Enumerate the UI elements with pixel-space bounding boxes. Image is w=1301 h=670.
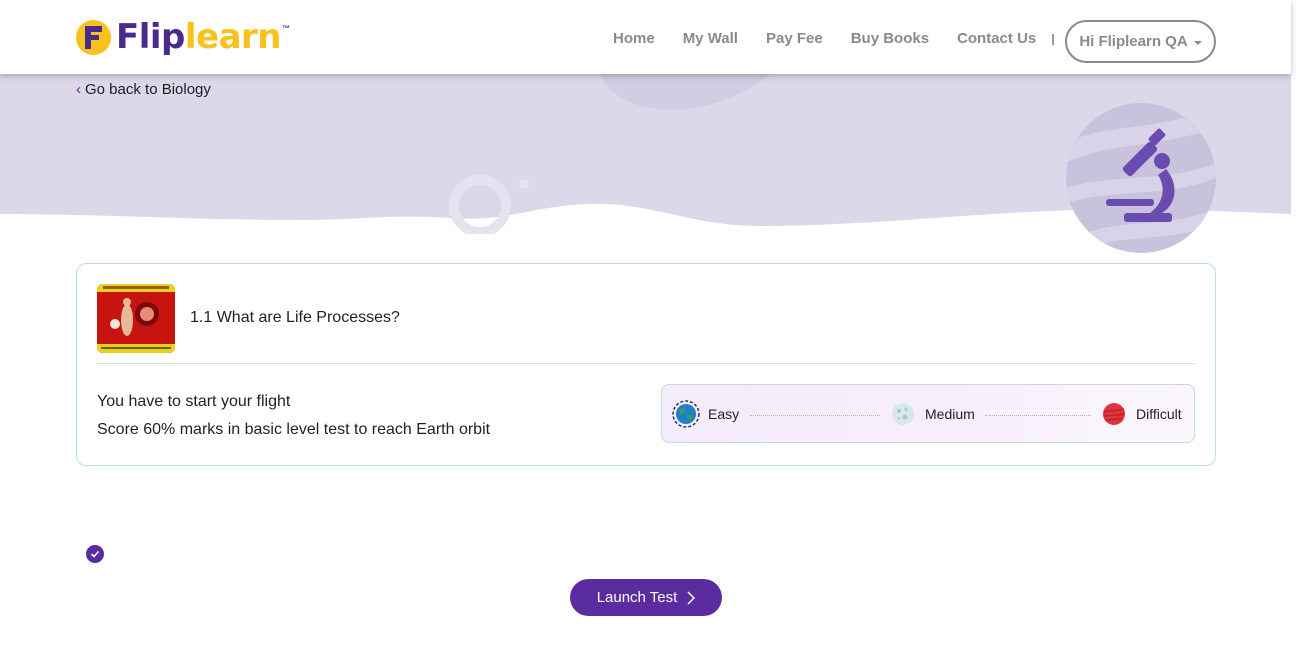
level-easy[interactable]: Easy: [672, 385, 739, 442]
microscope-icon: [1066, 103, 1216, 253]
nav-pay-fee[interactable]: Pay Fee: [766, 30, 823, 47]
flight-requirement-text: Score 60% marks in basic level test to r…: [97, 421, 491, 438]
lesson-thumbnail[interactable]: [97, 284, 175, 353]
level-path-2: [985, 415, 1091, 416]
user-menu-label: Hi Fliplearn QA: [1079, 33, 1188, 50]
mars-planet-icon: [1103, 402, 1125, 425]
level-difficult[interactable]: Difficult: [1100, 385, 1182, 442]
flight-status-text: You have to start your flight: [97, 393, 291, 410]
level-path-1: [750, 415, 880, 416]
level-medium[interactable]: Medium: [889, 385, 975, 442]
check-icon[interactable]: [86, 545, 104, 563]
caret-down-icon: [1193, 40, 1202, 45]
level-easy-label: Easy: [708, 405, 740, 422]
logo-wordmark: Fliplearn: [116, 17, 282, 57]
chevron-left-icon: ‹: [76, 81, 81, 98]
top-header: Fliplearn ™ Home My Wall Pay Fee Buy Boo…: [0, 0, 1291, 74]
user-menu-button[interactable]: Hi Fliplearn QA: [1065, 20, 1216, 63]
chevron-right-icon: [687, 590, 696, 605]
launch-test-label: Launch Test: [596, 589, 678, 606]
nav-contact-us[interactable]: Contact Us: [957, 30, 1036, 47]
moon-planet-icon: [892, 402, 914, 425]
logo-badge-icon: [76, 19, 111, 55]
main-nav: Home My Wall Pay Fee Buy Books Contact U…: [613, 30, 1064, 47]
lesson-title: 1.1 What are Life Processes?: [190, 309, 400, 326]
logo-trademark: ™: [282, 24, 291, 33]
back-to-subject-link[interactable]: ‹ Go back to Biology: [76, 81, 211, 98]
level-medium-label: Medium: [925, 405, 975, 422]
logo-text-flip: Flip: [116, 17, 185, 57]
nav-buy-books[interactable]: Buy Books: [851, 30, 929, 47]
card-divider: [97, 363, 1195, 364]
launch-test-button[interactable]: Launch Test: [570, 579, 722, 616]
lesson-card: 1.1 What are Life Processes? You have to…: [76, 263, 1216, 466]
level-difficult-label: Difficult: [1136, 405, 1182, 422]
difficulty-levels: Easy Medium Difficult: [661, 384, 1195, 443]
back-link-label: Go back to Biology: [85, 81, 211, 98]
fliplearn-logo[interactable]: Fliplearn ™: [76, 18, 290, 56]
nav-home[interactable]: Home: [613, 30, 655, 47]
nav-my-wall[interactable]: My Wall: [683, 30, 738, 47]
nav-divider: [1052, 34, 1054, 45]
logo-text-learn: learn: [184, 17, 282, 57]
earth-planet-icon: [672, 399, 700, 428]
